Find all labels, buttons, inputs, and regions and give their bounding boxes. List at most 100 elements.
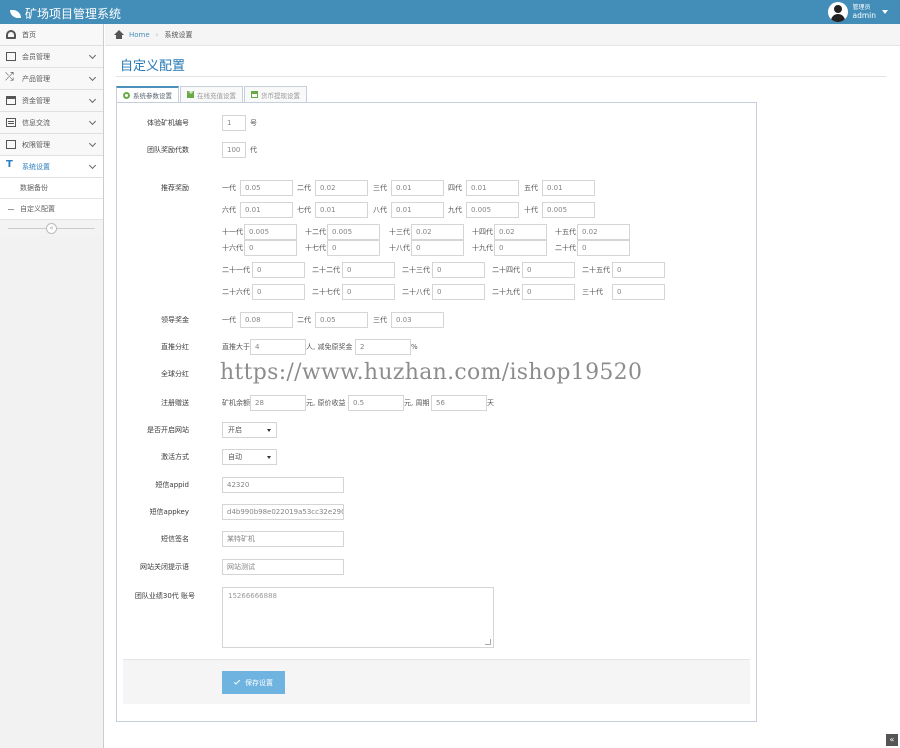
leader-gen-input[interactable]: 0.03 bbox=[391, 312, 444, 328]
credit-card-icon bbox=[251, 91, 258, 98]
chevron-down-icon bbox=[88, 51, 97, 60]
recommend-gen-label: 十代 bbox=[524, 206, 538, 214]
recommend-gen-input[interactable]: 0 bbox=[522, 262, 575, 278]
sidebar-item-funds[interactable]: 资金管理 bbox=[0, 90, 103, 112]
sidebar-subitem-backup[interactable]: 数据备份 bbox=[0, 178, 103, 199]
recommend-gen-label: 十八代 bbox=[389, 244, 410, 252]
recommend-gen-input[interactable]: 0 bbox=[612, 284, 665, 300]
app-brand[interactable]: 矿场项目管理系统 bbox=[10, 5, 121, 22]
recommend-gen-input[interactable]: 0 bbox=[411, 240, 464, 256]
recommend-gen-input[interactable]: 0.02 bbox=[411, 224, 464, 240]
recommend-gen-input[interactable]: 0.01 bbox=[391, 202, 444, 218]
tab-bar: 系统参数设置 在线充值设置 货币提现设置 bbox=[116, 86, 308, 103]
recommend-gen-input[interactable]: 0 bbox=[252, 262, 305, 278]
direct-prefix: 直推大于 bbox=[222, 343, 250, 351]
direct-percent-input[interactable]: 2 bbox=[355, 339, 411, 355]
trial-id-input[interactable]: 1 bbox=[222, 115, 246, 131]
sms-appkey-input[interactable]: d4b990b98e022019a53cc32e290 bbox=[222, 504, 344, 520]
recommend-gen-input[interactable]: 0 bbox=[494, 240, 547, 256]
sidebar-item-label: 资金管理 bbox=[22, 96, 50, 105]
recommend-gen-label: 十一代 bbox=[222, 228, 243, 236]
team30-textarea[interactable]: 15266666888 bbox=[222, 587, 494, 648]
recommend-gen-input[interactable]: 0.05 bbox=[240, 180, 293, 196]
recommend-gen-label: 十九代 bbox=[472, 244, 493, 252]
site-open-select[interactable]: 开启 bbox=[222, 422, 277, 438]
recommend-gen-input[interactable]: 0.02 bbox=[315, 180, 368, 196]
direct-count-input[interactable]: 4 bbox=[250, 339, 306, 355]
dashboard-icon bbox=[6, 30, 16, 39]
recommend-gen-input[interactable]: 0.02 bbox=[577, 224, 630, 240]
recommend-gen-input[interactable]: 0 bbox=[342, 284, 395, 300]
recommend-gen-label: 二十七代 bbox=[312, 288, 340, 296]
sms-sign-input[interactable]: 某特矿机 bbox=[222, 531, 344, 547]
sidebar-subitem-custom-config[interactable]: 自定义配置 bbox=[0, 199, 103, 220]
recommend-gen-label: 二十九代 bbox=[492, 288, 520, 296]
recommend-gen-input[interactable]: 0 bbox=[327, 240, 380, 256]
scroll-top-button[interactable]: « bbox=[886, 734, 898, 746]
recommend-gen-label: 十四代 bbox=[472, 228, 493, 236]
sign-period-input[interactable]: 56 bbox=[431, 395, 487, 411]
save-button[interactable]: 保存设置 bbox=[222, 671, 285, 694]
sidebar-item-home[interactable]: 首页 bbox=[0, 24, 103, 46]
caret-down-icon bbox=[882, 10, 888, 14]
recommend-gen-input[interactable]: 0 bbox=[432, 284, 485, 300]
sms-appkey-label: 短信appkey bbox=[149, 508, 189, 516]
chevron-down-icon bbox=[88, 161, 97, 170]
tools-icon bbox=[6, 159, 16, 171]
direct-label: 直推分红 bbox=[161, 343, 189, 351]
sidebar-item-messages[interactable]: 信息交流 bbox=[0, 112, 103, 134]
recommend-gen-input[interactable]: 0 bbox=[244, 240, 297, 256]
recommend-gen-input[interactable]: 0 bbox=[252, 284, 305, 300]
recommend-gen-input[interactable]: 0 bbox=[577, 240, 630, 256]
recommend-gen-input[interactable]: 0.01 bbox=[391, 180, 444, 196]
recommend-gen-input[interactable]: 0.01 bbox=[240, 202, 293, 218]
recommend-gen-input[interactable]: 0 bbox=[612, 262, 665, 278]
sidebar-item-label: 会员管理 bbox=[22, 52, 50, 61]
recommend-gen-label: 六代 bbox=[222, 206, 236, 214]
team-gen-input[interactable]: 100 bbox=[222, 142, 246, 158]
recommend-gen-input[interactable]: 0.01 bbox=[466, 180, 519, 196]
save-button-label: 保存设置 bbox=[245, 678, 273, 687]
leader-gen-input[interactable]: 0.05 bbox=[315, 312, 368, 328]
tab-system-params[interactable]: 系统参数设置 bbox=[116, 86, 179, 103]
sign-suffix: 天 bbox=[487, 399, 494, 407]
recommend-gen-input[interactable]: 0 bbox=[342, 262, 395, 278]
sms-appid-input[interactable]: 42320 bbox=[222, 477, 344, 493]
cogs-icon bbox=[123, 91, 130, 99]
recommend-gen-input[interactable]: 0.005 bbox=[542, 202, 595, 218]
tab-label: 在线充值设置 bbox=[197, 91, 236, 100]
recommend-gen-input[interactable]: 0.02 bbox=[494, 224, 547, 240]
sidebar-item-products[interactable]: 产品管理 bbox=[0, 68, 103, 90]
leader-gen-input[interactable]: 0.08 bbox=[240, 312, 293, 328]
recommend-gen-label: 九代 bbox=[448, 206, 462, 214]
team-gen-label: 团队奖励代数 bbox=[147, 146, 189, 154]
sign-income-input[interactable]: 0.5 bbox=[348, 395, 404, 411]
sidebar-item-permissions[interactable]: 权限管理 bbox=[0, 134, 103, 156]
recommend-gen-input[interactable]: 0.005 bbox=[327, 224, 380, 240]
breadcrumb-home-link[interactable]: Home bbox=[129, 31, 150, 39]
user-menu[interactable]: 管理员 admin bbox=[827, 2, 888, 22]
tab-online-recharge[interactable]: 在线充值设置 bbox=[180, 86, 243, 103]
collapse-sidebar-button[interactable]: « bbox=[46, 223, 57, 234]
sidebar-item-label: 产品管理 bbox=[22, 74, 50, 83]
recommend-gen-input[interactable]: 0.005 bbox=[466, 202, 519, 218]
chevron-down-icon bbox=[88, 73, 97, 82]
recommend-gen-label: 三代 bbox=[373, 184, 387, 192]
recommend-gen-input[interactable]: 0 bbox=[522, 284, 575, 300]
page-title: 自定义配置 bbox=[120, 59, 186, 74]
sign-balance-input[interactable]: 28 bbox=[250, 395, 306, 411]
sidebar-item-label: 首页 bbox=[22, 30, 36, 39]
recommend-gen-input[interactable]: 0 bbox=[432, 262, 485, 278]
activate-select[interactable]: 自动 bbox=[222, 449, 277, 465]
sidebar-item-settings[interactable]: 系统设置 bbox=[0, 156, 103, 178]
file-icon bbox=[6, 140, 16, 149]
watermark-text: https://www.huzhan.com/ishop19520 bbox=[220, 360, 643, 385]
sidebar-item-members[interactable]: 会员管理 bbox=[0, 46, 103, 68]
recommend-gen-input[interactable]: 0.01 bbox=[542, 180, 595, 196]
tab-withdraw[interactable]: 货币提现设置 bbox=[244, 86, 307, 103]
recommend-gen-input[interactable]: 0.01 bbox=[315, 202, 368, 218]
sidebar-item-label: 信息交流 bbox=[22, 118, 50, 127]
close-tip-input[interactable]: 网站测试 bbox=[222, 559, 344, 575]
sidebar-item-label: 系统设置 bbox=[22, 162, 50, 171]
recommend-gen-input[interactable]: 0.005 bbox=[244, 224, 297, 240]
